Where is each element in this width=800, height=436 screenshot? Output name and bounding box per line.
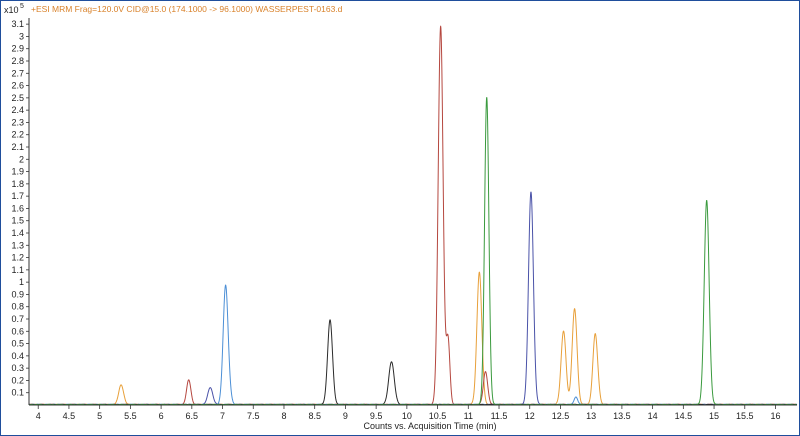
y-tick-label: 1.5 <box>11 216 24 226</box>
x-tick-label: 12 <box>525 411 535 421</box>
y-tick-labels: 0.1 0.2 0.3 0.4 0.5 0.6 0.7 0.8 0.9 1 1.1 1.2 1.3 1.4… <box>11 19 24 398</box>
y-tick-label: 0.3 <box>11 363 24 373</box>
y-tick-label: 1 <box>19 277 24 287</box>
y-tick-label: 0.2 <box>11 375 24 385</box>
y-tick-label: 2.5 <box>11 93 24 103</box>
x-tick-label: 8.5 <box>308 411 321 421</box>
chromatogram-chart: 0.1 0.2 0.3 0.4 0.5 0.6 0.7 0.8 0.9 1 1.1 1.2 1.3 1.4… <box>4 3 798 431</box>
y-tick-label: 2.2 <box>11 130 24 140</box>
x-tick-label: 15 <box>709 411 719 421</box>
y-tick-label: 0.4 <box>11 351 24 361</box>
x-tick-label: 5.5 <box>124 411 137 421</box>
y-tick-label: 2.1 <box>11 142 24 152</box>
y-tick-label: 1.7 <box>11 191 24 201</box>
y-tick-label: 2.6 <box>11 81 24 91</box>
x-tick-label: 4.5 <box>63 411 76 421</box>
y-scale-exponent: 5 <box>20 3 24 10</box>
x-tick-label: 14 <box>648 411 658 421</box>
x-tick-label: 9.5 <box>370 411 383 421</box>
y-tick-label: 1.8 <box>11 179 24 189</box>
y-tick-label: 1.4 <box>11 228 24 238</box>
x-tick-label: 14.5 <box>675 411 693 421</box>
y-tick-label: 0.9 <box>11 289 24 299</box>
y-tick-label: 2 <box>19 154 24 164</box>
y-scale-label: x10 <box>4 5 19 15</box>
x-axis-title: Counts vs. Acquisition Time (min) <box>363 421 496 431</box>
x-tick-label: 10.5 <box>429 411 447 421</box>
y-tick-label: 2.4 <box>11 105 24 115</box>
x-tick-label: 11.5 <box>491 411 508 421</box>
y-tick-label: 1.9 <box>11 167 24 177</box>
y-tick-label: 2.9 <box>11 44 24 54</box>
y-tick-label: 0.1 <box>11 388 24 398</box>
x-tick-label: 5 <box>97 411 102 421</box>
x-tick-label: 10 <box>402 411 412 421</box>
x-tick-label: 8 <box>281 411 286 421</box>
y-tick-label: 1.3 <box>11 240 24 250</box>
x-tick-label: 15.5 <box>736 411 754 421</box>
x-tick-label: 13 <box>586 411 596 421</box>
chart-title: +ESI MRM Frag=120.0V CID@15.0 (174.1000 … <box>31 4 343 14</box>
y-tick-label: 0.5 <box>11 339 24 349</box>
x-tick-label: 6 <box>159 411 164 421</box>
x-tick-label: 13.5 <box>613 411 631 421</box>
x-tick-label: 6.5 <box>186 411 199 421</box>
y-tick-label: 0.6 <box>11 326 24 336</box>
x-tick-label: 7 <box>220 411 225 421</box>
y-tick-label: 2.7 <box>11 68 24 78</box>
x-tick-label: 7.5 <box>247 411 260 421</box>
y-tick-label: 1.6 <box>11 203 24 213</box>
y-tick-label: 3 <box>19 31 24 41</box>
x-tick-label: 4 <box>36 411 41 421</box>
plot-area <box>29 18 797 405</box>
y-tick-label: 0.7 <box>11 314 24 324</box>
y-tick-label: 1.1 <box>11 265 24 275</box>
x-tick-label: 16 <box>770 411 780 421</box>
y-tick-label: 0.8 <box>11 302 24 312</box>
x-tick-label: 12.5 <box>552 411 570 421</box>
x-tick-labels: 4 4.5 5 5.5 6 6.5 7 7.5 8 8.5 9 9.5 10 10.5 11 11.5 12 12… <box>36 411 781 421</box>
x-tick-label: 11 <box>464 411 473 421</box>
y-tick-label: 3.1 <box>11 19 24 29</box>
y-tick-label: 2.8 <box>11 56 24 66</box>
x-tick-label: 9 <box>343 411 348 421</box>
y-tick-label: 1.2 <box>11 253 24 263</box>
y-tick-label: 2.3 <box>11 117 24 127</box>
